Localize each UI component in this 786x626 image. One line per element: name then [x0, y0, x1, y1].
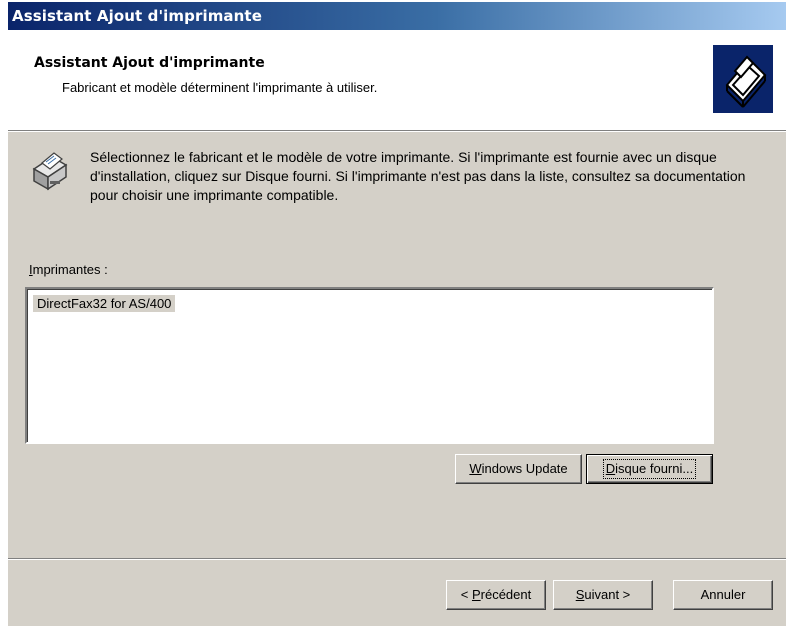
printer-icon	[26, 149, 72, 195]
printers-label: Imprimantes :	[29, 262, 108, 277]
next-label: uivant >	[584, 587, 631, 602]
windows-update-label: indows Update	[481, 461, 568, 476]
printers-label-text: mprimantes :	[32, 262, 108, 277]
have-disk-accesskey: D	[605, 461, 616, 476]
have-disk-label: isque fourni...	[615, 461, 694, 476]
back-button[interactable]: < Précédent	[446, 580, 546, 610]
back-label: récédent	[480, 587, 532, 602]
back-accesskey: P	[471, 587, 481, 602]
button-separator	[8, 558, 786, 560]
printer-wizard-icon	[713, 45, 773, 113]
windows-update-button[interactable]: Windows Update	[455, 454, 582, 484]
instructions-text: Sélectionnez le fabricant et le modèle d…	[90, 149, 746, 203]
list-item[interactable]: DirectFax32 for AS/400	[33, 295, 176, 312]
next-button[interactable]: Suivant >	[553, 580, 653, 610]
wizard-window: Assistant Ajout d'imprimante Assistant A…	[8, 2, 786, 626]
printers-listbox[interactable]: DirectFax32 for AS/400	[25, 287, 714, 444]
cancel-button[interactable]: Annuler	[673, 580, 773, 610]
header-title: Assistant Ajout d'imprimante	[34, 55, 265, 71]
windows-update-accesskey: W	[469, 461, 482, 476]
header-subtitle: Fabricant et modèle déterminent l'imprim…	[62, 80, 378, 95]
wizard-header: Assistant Ajout d'imprimante Fabricant e…	[8, 30, 786, 131]
have-disk-button[interactable]: Disque fourni...	[586, 454, 713, 484]
window-title: Assistant Ajout d'imprimante	[12, 7, 262, 25]
back-prefix: <	[460, 587, 472, 602]
title-bar[interactable]: Assistant Ajout d'imprimante	[8, 2, 786, 30]
focus-rect: Disque fourni...	[602, 459, 697, 479]
